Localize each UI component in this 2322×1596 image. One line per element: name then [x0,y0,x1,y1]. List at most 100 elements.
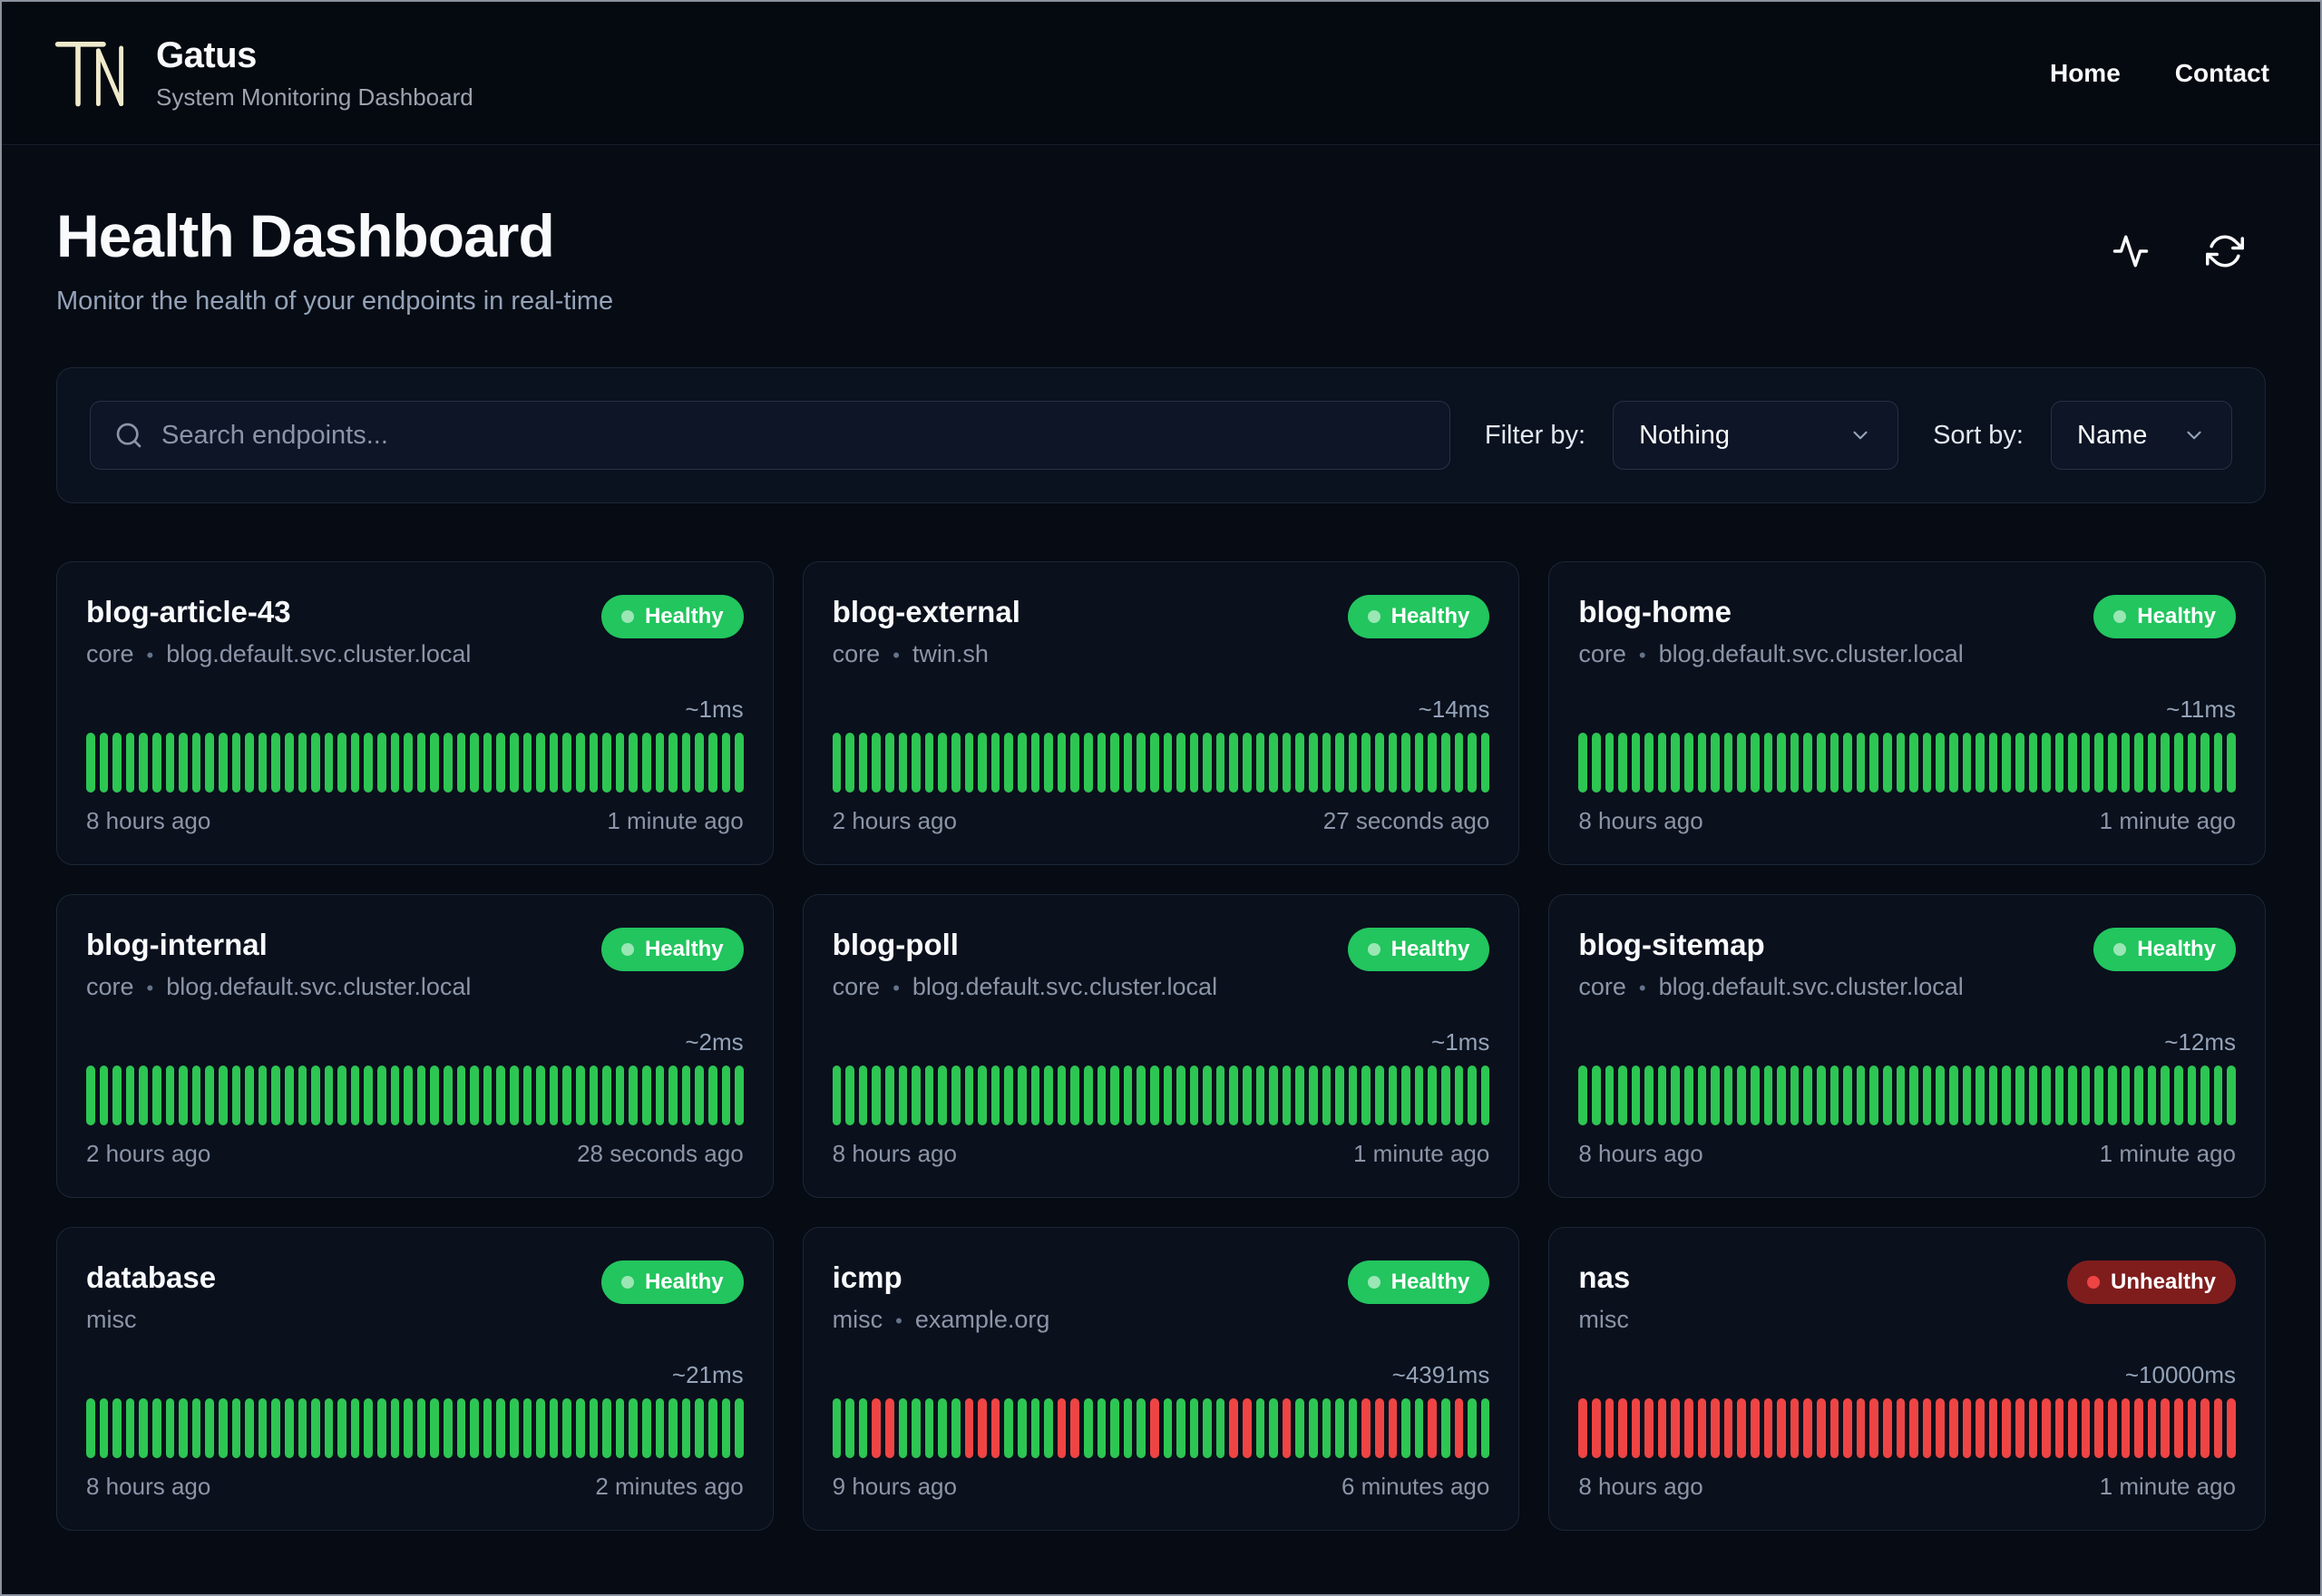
uptime-bar-ok[interactable] [938,733,947,793]
uptime-bars[interactable] [832,1066,1490,1125]
uptime-bars[interactable] [86,733,744,793]
uptime-bar-ok[interactable] [655,1066,665,1125]
uptime-bar-ok[interactable] [668,1398,678,1458]
uptime-bar-ok[interactable] [311,1066,320,1125]
uptime-bar-ok[interactable] [615,1066,625,1125]
uptime-bar-ok[interactable] [2213,733,2223,793]
uptime-bar-ok[interactable] [1829,733,1839,793]
uptime-bars[interactable] [1578,1066,2237,1125]
uptime-bar-ok[interactable] [522,1398,532,1458]
uptime-bar-fail[interactable] [1631,1398,1641,1458]
uptime-bar-ok[interactable] [510,733,519,793]
uptime-bar-ok[interactable] [1083,1398,1093,1458]
uptime-bar-ok[interactable] [1697,733,1707,793]
uptime-bar-ok[interactable] [615,1398,625,1458]
uptime-bar-ok[interactable] [1440,733,1450,793]
uptime-bar-ok[interactable] [284,1066,294,1125]
uptime-bar-ok[interactable] [1684,1066,1693,1125]
uptime-bar-ok[interactable] [1004,1398,1013,1458]
uptime-bar-ok[interactable] [1657,1066,1667,1125]
uptime-bar-fail[interactable] [1375,1398,1384,1458]
uptime-bar-ok[interactable] [1229,1066,1239,1125]
uptime-bar-ok[interactable] [311,1398,320,1458]
uptime-bar-ok[interactable] [1269,1398,1278,1458]
uptime-bar-ok[interactable] [377,1398,386,1458]
uptime-bar-ok[interactable] [1123,733,1133,793]
uptime-bar-ok[interactable] [1777,733,1786,793]
uptime-bar-ok[interactable] [589,1066,599,1125]
uptime-bar-ok[interactable] [1030,733,1040,793]
uptime-bar-ok[interactable] [1388,733,1398,793]
uptime-bar-ok[interactable] [858,733,868,793]
uptime-bar-ok[interactable] [924,1398,934,1458]
uptime-bar-ok[interactable] [1737,1066,1747,1125]
uptime-bar-ok[interactable] [1057,1066,1067,1125]
uptime-bar-fail[interactable] [2068,1398,2077,1458]
uptime-bar-ok[interactable] [602,1398,611,1458]
uptime-bar-fail[interactable] [1988,1398,1998,1458]
refresh-icon[interactable] [2206,232,2244,270]
uptime-bar-ok[interactable] [151,1066,161,1125]
uptime-bar-ok[interactable] [271,733,280,793]
uptime-bar-fail[interactable] [1829,1398,1839,1458]
uptime-bar-ok[interactable] [629,733,638,793]
uptime-bar-ok[interactable] [1777,1066,1786,1125]
uptime-bar-fail[interactable] [1737,1398,1747,1458]
uptime-bar-ok[interactable] [191,1398,201,1458]
uptime-bar-ok[interactable] [681,733,691,793]
uptime-bar-fail[interactable] [1896,1398,1906,1458]
uptime-bar-ok[interactable] [898,733,908,793]
uptime-bar-ok[interactable] [1790,733,1800,793]
search-box[interactable] [90,401,1450,470]
uptime-bar-ok[interactable] [924,733,934,793]
uptime-bar-ok[interactable] [390,1066,400,1125]
uptime-bar-fail[interactable] [1388,1398,1398,1458]
uptime-bars[interactable] [86,1066,744,1125]
uptime-bar-ok[interactable] [2002,733,2011,793]
uptime-bar-ok[interactable] [1414,733,1424,793]
uptime-bar-fail[interactable] [1644,1398,1654,1458]
uptime-bar-fail[interactable] [1948,1398,1958,1458]
uptime-bar-ok[interactable] [1869,1066,1878,1125]
uptime-bar-fail[interactable] [1936,1398,1945,1458]
uptime-bar-ok[interactable] [1255,733,1265,793]
uptime-bar-fail[interactable] [2054,1398,2064,1458]
uptime-bar-ok[interactable] [1137,1066,1146,1125]
uptime-bar-fail[interactable] [1711,1398,1720,1458]
uptime-bar-ok[interactable] [2200,733,2210,793]
uptime-bar-fail[interactable] [1922,1398,1932,1458]
uptime-bar-ok[interactable] [898,1066,908,1125]
uptime-bar-ok[interactable] [165,1066,175,1125]
uptime-bar-ok[interactable] [575,733,585,793]
uptime-bar-ok[interactable] [641,1398,651,1458]
uptime-bar-ok[interactable] [1163,1398,1173,1458]
uptime-bar-ok[interactable] [1335,1066,1344,1125]
uptime-bar-ok[interactable] [470,1066,479,1125]
uptime-bar-ok[interactable] [510,1066,519,1125]
uptime-bar-ok[interactable] [1004,733,1013,793]
uptime-bar-ok[interactable] [1737,733,1747,793]
uptime-bar-ok[interactable] [1454,733,1464,793]
uptime-bar-ok[interactable] [2187,733,2197,793]
uptime-bar-ok[interactable] [1070,1066,1079,1125]
uptime-bar-ok[interactable] [924,1066,934,1125]
uptime-bar-ok[interactable] [1591,1066,1601,1125]
uptime-bar-ok[interactable] [1110,1066,1119,1125]
uptime-bar-ok[interactable] [1976,1066,1985,1125]
uptime-bar-ok[interactable] [589,1398,599,1458]
uptime-bar-fail[interactable] [2227,1398,2237,1458]
uptime-bar-ok[interactable] [1909,1066,1918,1125]
uptime-bar-ok[interactable] [1644,1066,1654,1125]
uptime-bar-fail[interactable] [2108,1398,2117,1458]
uptime-bar-ok[interactable] [832,1398,842,1458]
search-input[interactable] [161,420,1426,451]
uptime-bar-ok[interactable] [1282,733,1292,793]
uptime-bar-ok[interactable] [858,1066,868,1125]
uptime-bar-fail[interactable] [1605,1398,1615,1458]
uptime-bar-fail[interactable] [2200,1398,2210,1458]
uptime-bar-ok[interactable] [1361,1066,1371,1125]
uptime-bar-ok[interactable] [245,1398,254,1458]
uptime-bar-ok[interactable] [1004,1066,1013,1125]
uptime-bar-fail[interactable] [1657,1398,1667,1458]
uptime-bar-ok[interactable] [1948,733,1958,793]
